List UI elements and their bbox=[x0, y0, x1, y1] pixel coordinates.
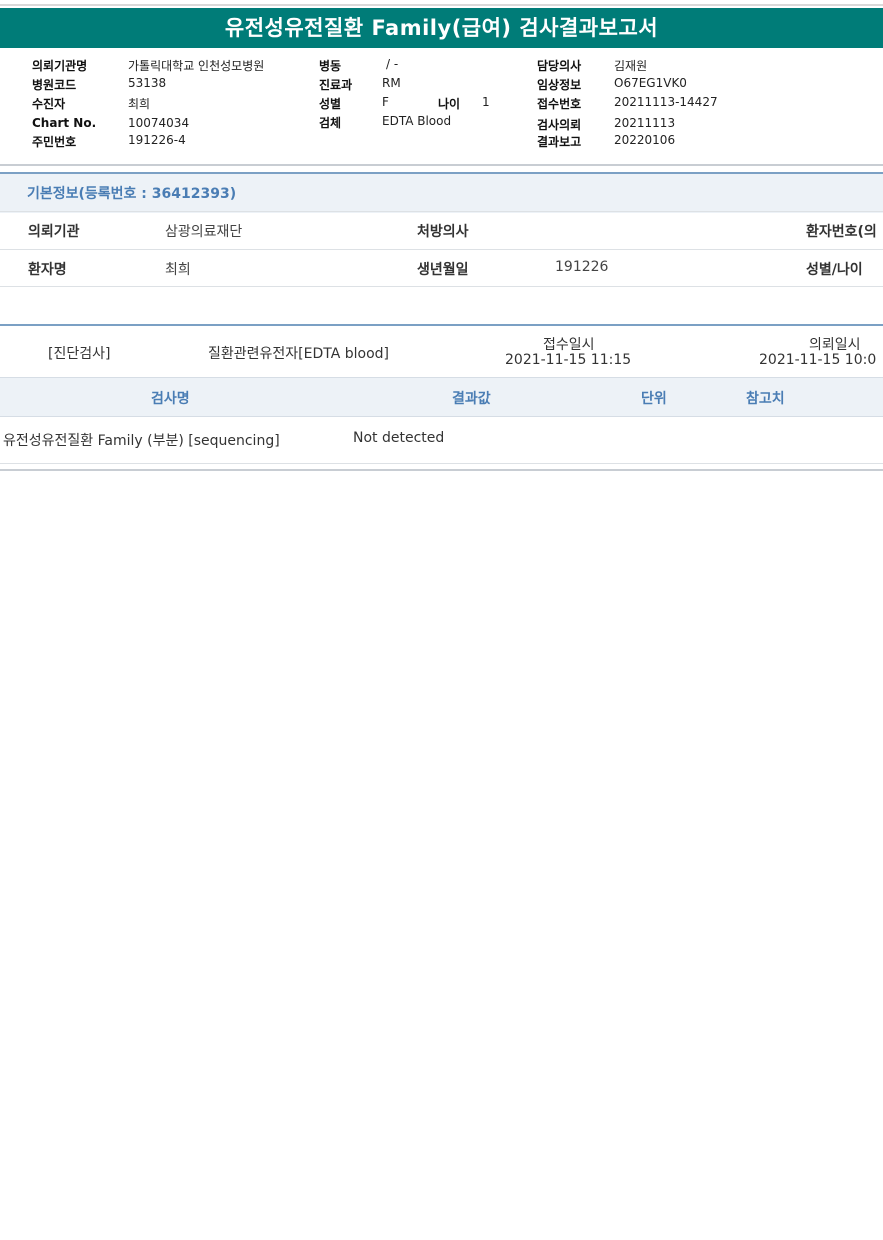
test-request-label: 검사의뢰 bbox=[537, 118, 582, 132]
sex-value: F bbox=[382, 95, 389, 109]
row-divider bbox=[0, 286, 883, 287]
column-header-unit: 단위 bbox=[641, 391, 667, 407]
requesting-org-label: 의뢰기관 bbox=[28, 224, 80, 240]
result-row-test-name: 유전성유전질환 Family (부분) [sequencing] bbox=[3, 433, 280, 449]
test-request-value: 20211113 bbox=[614, 116, 676, 130]
result-report-value: 20220106 bbox=[614, 133, 676, 147]
recipient-value: 최희 bbox=[128, 97, 151, 111]
chart-no-value: 10074034 bbox=[128, 116, 190, 130]
report-title: 유전성유전질환 Family(급여) 검사결과보고서 bbox=[0, 8, 883, 48]
prescriber-label: 처방의사 bbox=[417, 224, 469, 240]
table-bottom-rule bbox=[0, 463, 883, 464]
receipt-datetime-label: 접수일시 bbox=[543, 337, 595, 353]
diagnosis-category: [진단검사] bbox=[48, 346, 111, 362]
ward-label: 병동 bbox=[319, 59, 342, 73]
chart-no-label: Chart No. bbox=[32, 116, 97, 130]
institution-value: 가톨릭대학교 인천성모병원 bbox=[128, 59, 265, 73]
receipt-datetime-value: 2021-11-15 11:15 bbox=[505, 352, 632, 368]
column-header-result: 결과값 bbox=[452, 391, 491, 407]
patient-name-value: 최희 bbox=[165, 262, 191, 278]
receipt-no-label: 접수번호 bbox=[537, 97, 582, 111]
hospital-code-value: 53138 bbox=[128, 76, 167, 90]
institution-label: 의뢰기관명 bbox=[32, 59, 88, 73]
sex-age-label: 성별/나이 bbox=[806, 262, 863, 278]
specimen-value: EDTA Blood bbox=[382, 114, 452, 128]
receipt-no-value: 20211113-14427 bbox=[614, 95, 718, 109]
dept-label: 진료과 bbox=[319, 78, 353, 92]
specimen-label: 검체 bbox=[319, 116, 342, 130]
row-divider bbox=[0, 211, 883, 212]
request-datetime-value: 2021-11-15 10:0 bbox=[759, 352, 877, 368]
diagnosis-test-group: 질환관련유전자[EDTA blood] bbox=[208, 346, 389, 362]
sex-label: 성별 bbox=[319, 97, 342, 111]
result-row-value: Not detected bbox=[353, 430, 445, 446]
header-divider bbox=[0, 164, 883, 166]
dept-value: RM bbox=[382, 76, 401, 90]
age-label: 나이 bbox=[438, 97, 461, 111]
column-header-reference: 참고치 bbox=[746, 391, 785, 407]
patient-name-label: 환자명 bbox=[28, 262, 67, 278]
doctor-label: 담당의사 bbox=[537, 59, 582, 73]
resident-no-value: 191226-4 bbox=[128, 133, 186, 147]
basic-info-title: 기본정보(등록번호 : 36412393) bbox=[27, 186, 237, 202]
doctor-value: 김재원 bbox=[614, 59, 648, 73]
patient-no-label: 환자번호(의 bbox=[806, 224, 877, 240]
request-datetime-label: 의뢰일시 bbox=[809, 337, 861, 353]
dob-label: 생년월일 bbox=[417, 262, 469, 278]
row-divider bbox=[0, 249, 883, 250]
top-rule bbox=[0, 4, 883, 6]
report-bottom-rule bbox=[0, 469, 883, 471]
recipient-label: 수진자 bbox=[32, 97, 66, 111]
column-header-test-name: 검사명 bbox=[151, 391, 190, 407]
ward-value: / - bbox=[386, 57, 399, 71]
hospital-code-label: 병원코드 bbox=[32, 78, 77, 92]
dob-value: 191226 bbox=[555, 259, 609, 275]
age-value: 1 bbox=[482, 95, 490, 109]
requesting-org-value: 삼광의료재단 bbox=[165, 224, 243, 240]
resident-no-label: 주민번호 bbox=[32, 135, 77, 149]
clinical-info-value: O67EG1VK0 bbox=[614, 76, 687, 90]
section-divider bbox=[0, 324, 883, 326]
clinical-info-label: 임상정보 bbox=[537, 78, 582, 92]
result-report-label: 결과보고 bbox=[537, 135, 582, 149]
